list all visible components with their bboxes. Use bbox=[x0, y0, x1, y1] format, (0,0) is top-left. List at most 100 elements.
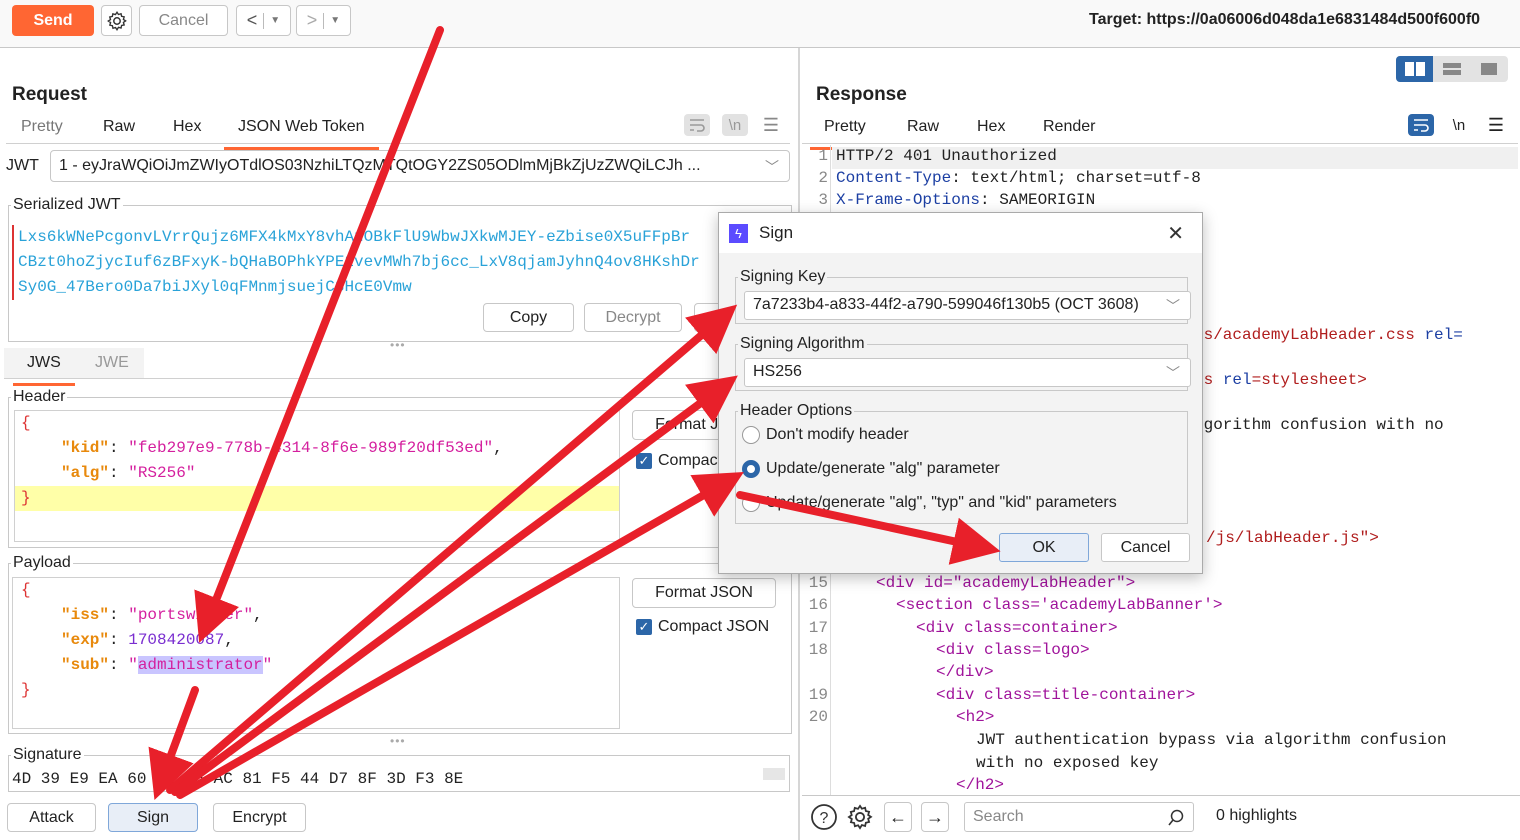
code-line: /js/labHeader.js"> bbox=[1206, 529, 1379, 547]
ok-button[interactable]: OK bbox=[999, 533, 1089, 562]
send-button[interactable]: Send bbox=[12, 5, 94, 36]
option-label: Don't modify header bbox=[766, 426, 909, 443]
response-tab-pretty[interactable]: Pretty bbox=[810, 118, 880, 150]
sub-key: "sub" bbox=[61, 656, 110, 674]
brace-open: { bbox=[21, 414, 31, 432]
gear-icon[interactable] bbox=[846, 803, 874, 831]
signature-scrollbar[interactable] bbox=[763, 768, 785, 780]
help-icon[interactable]: ? bbox=[810, 803, 838, 831]
lightning-icon: ϟ bbox=[729, 224, 748, 243]
layout-stacked-button[interactable] bbox=[1433, 56, 1470, 82]
signing-key-value: 7a7233b4-a833-44f2-a790-599046f130b5 (OC… bbox=[753, 296, 1139, 313]
request-tab-jwt[interactable]: JSON Web Token bbox=[224, 118, 379, 150]
radio-dont-modify[interactable]: Don't modify header bbox=[742, 426, 909, 444]
hamburger-menu-icon[interactable]: ☰ bbox=[1483, 114, 1509, 136]
alg-key: "alg" bbox=[61, 464, 110, 482]
code-line: lgorithm confusion with no bbox=[1194, 416, 1444, 434]
signing-key-group: Signing Key 7a7233b4-a833-44f2-a790-5990… bbox=[735, 268, 1191, 324]
hamburger-menu-icon[interactable]: ☰ bbox=[758, 114, 784, 136]
wrap-lines-button[interactable] bbox=[684, 114, 710, 136]
jwt-line: Sy0G_47Bero0Da7biJXyl0qFMnmjsuejC3HcE0Vm… bbox=[12, 275, 790, 300]
back-icon: < bbox=[246, 10, 258, 30]
sign-dialog: ϟ Sign ✕ Signing Key 7a7233b4-a833-44f2-… bbox=[718, 212, 1203, 574]
code-line: ss/academyLabHeader.css rel= bbox=[1194, 326, 1463, 344]
columns-icon bbox=[1404, 62, 1425, 76]
resize-handle[interactable]: ••• bbox=[390, 338, 406, 352]
wrap-lines-button[interactable] bbox=[1408, 114, 1434, 136]
previous-match-button[interactable]: ← bbox=[884, 802, 912, 832]
layout-toggle bbox=[1396, 56, 1508, 82]
signature-hex[interactable]: 4D 39 E9 EA 60 61 06 AC 81 F5 44 D7 8F 3… bbox=[12, 770, 463, 788]
next-match-button[interactable]: → bbox=[921, 802, 949, 832]
alg-value: "RS256" bbox=[128, 464, 196, 482]
jwt-label: JWT bbox=[6, 157, 39, 174]
checkmark-icon: ✓ bbox=[636, 453, 652, 469]
request-tab-raw[interactable]: Raw bbox=[101, 118, 137, 146]
payload-editor[interactable]: { "iss": "portswigger", "exp": 170842008… bbox=[12, 577, 620, 729]
response-tab-raw[interactable]: Raw bbox=[905, 118, 941, 146]
signing-algorithm-legend: Signing Algorithm bbox=[740, 335, 865, 352]
request-tab-hex[interactable]: Hex bbox=[171, 118, 203, 146]
exp-key: "exp" bbox=[61, 631, 110, 649]
attack-button[interactable]: Attack bbox=[7, 803, 96, 832]
brace-close: } bbox=[21, 681, 31, 699]
chevron-down-icon: ﹀ bbox=[1166, 298, 1180, 314]
dialog-cancel-button[interactable]: Cancel bbox=[1101, 533, 1190, 562]
signing-key-select[interactable]: 7a7233b4-a833-44f2-a790-599046f130b5 (OC… bbox=[744, 291, 1191, 320]
code-line: ss rel=stylesheet> bbox=[1194, 371, 1367, 389]
svg-text:?: ? bbox=[820, 810, 829, 827]
kid-key: "kid" bbox=[61, 439, 110, 457]
cancel-button[interactable]: Cancel bbox=[139, 5, 228, 36]
newline-toggle-button[interactable]: \n bbox=[722, 114, 748, 136]
encrypt-button[interactable]: Encrypt bbox=[213, 803, 306, 832]
signing-algorithm-group: Signing Algorithm HS256 ﹀ bbox=[735, 335, 1191, 391]
radio-update-alg[interactable]: Update/generate "alg" parameter bbox=[742, 460, 1000, 478]
response-tab-render[interactable]: Render bbox=[1041, 118, 1097, 146]
jwt-select[interactable]: 1 - eyJraWQiOiJmZWIyOTdlOS03NzhiLTQzMTQt… bbox=[50, 150, 790, 182]
arrow-right-icon: → bbox=[926, 806, 944, 827]
gear-icon bbox=[106, 10, 127, 31]
sub-value-selected: administrator bbox=[137, 656, 263, 674]
request-tab-pretty[interactable]: Pretty bbox=[19, 118, 65, 146]
newline-toggle-button[interactable]: \n bbox=[1446, 114, 1472, 136]
back-dropdown-icon[interactable]: ▼ bbox=[270, 15, 280, 26]
search-icon bbox=[1168, 809, 1184, 826]
close-icon[interactable]: ✕ bbox=[1167, 221, 1184, 246]
jwt-line: CBzt0hoZjycIuf6zBFxyK-bQHaBOPhkYPE2vevMW… bbox=[12, 250, 790, 275]
payload-compact-json-checkbox[interactable]: ✓ Compact JSON bbox=[636, 618, 769, 636]
payload-compact-label: Compact JSON bbox=[658, 618, 770, 635]
dialog-titlebar: ϟ Sign ✕ bbox=[719, 213, 1202, 253]
search-placeholder: Search bbox=[973, 808, 1024, 825]
radio-update-alg-typ-kid[interactable]: Update/generate "alg", "typ" and "kid" p… bbox=[742, 494, 1117, 512]
jws-tabs-divider bbox=[4, 378, 790, 379]
signing-algorithm-select[interactable]: HS256 ﹀ bbox=[744, 358, 1191, 387]
forward-button[interactable]: > ▼ bbox=[296, 5, 351, 36]
iss-value: "portswigger" bbox=[128, 606, 254, 624]
target-url: Target: https://0a06006d048da1e6831484d5… bbox=[1089, 11, 1481, 28]
forward-dropdown-icon[interactable]: ▼ bbox=[330, 15, 340, 26]
signing-key-legend: Signing Key bbox=[740, 268, 826, 285]
sign-button[interactable]: Sign bbox=[108, 803, 198, 832]
layout-side-by-side-button[interactable] bbox=[1396, 56, 1434, 82]
header-editor[interactable]: { "kid": "feb297e9-778b-4314-8f6e-989f20… bbox=[14, 410, 620, 542]
option-label: Update/generate "alg", "typ" and "kid" p… bbox=[766, 494, 1117, 511]
brace-close: } bbox=[21, 489, 31, 507]
response-search-bar: ? ← → Search 0 highlights bbox=[802, 795, 1520, 840]
wrap-lines-icon bbox=[1414, 119, 1429, 132]
decrypt-button[interactable]: Decrypt bbox=[584, 303, 682, 332]
top-toolbar: Send Cancel < ▼ > ▼ Target: https://0a0600… bbox=[0, 0, 1520, 48]
copy-button[interactable]: Copy bbox=[483, 303, 574, 332]
exp-value: 1708420087 bbox=[128, 631, 225, 649]
header-options-group: Header Options Don't modify header Updat… bbox=[735, 402, 1188, 524]
jwt-selected-value: 1 - eyJraWQiOiJmZWIyOTdlOS03NzhiLTQzMTQt… bbox=[59, 157, 701, 174]
response-tab-hex[interactable]: Hex bbox=[975, 118, 1007, 146]
wrap-lines-icon bbox=[690, 119, 705, 132]
layout-single-button[interactable] bbox=[1471, 56, 1508, 82]
back-button[interactable]: < ▼ bbox=[236, 5, 291, 36]
search-input[interactable]: Search bbox=[964, 802, 1194, 832]
jwt-line: Lxs6kWNePcgonvLVrrQujz6MFX4kMxY8vhAnOBkF… bbox=[12, 225, 790, 250]
dialog-title: Sign bbox=[759, 223, 794, 242]
serialized-jwt-text[interactable]: Lxs6kWNePcgonvLVrrQujz6MFX4kMxY8vhAnOBkF… bbox=[12, 215, 790, 301]
settings-button[interactable] bbox=[101, 5, 132, 36]
payload-format-json-button[interactable]: Format JSON bbox=[632, 578, 776, 608]
